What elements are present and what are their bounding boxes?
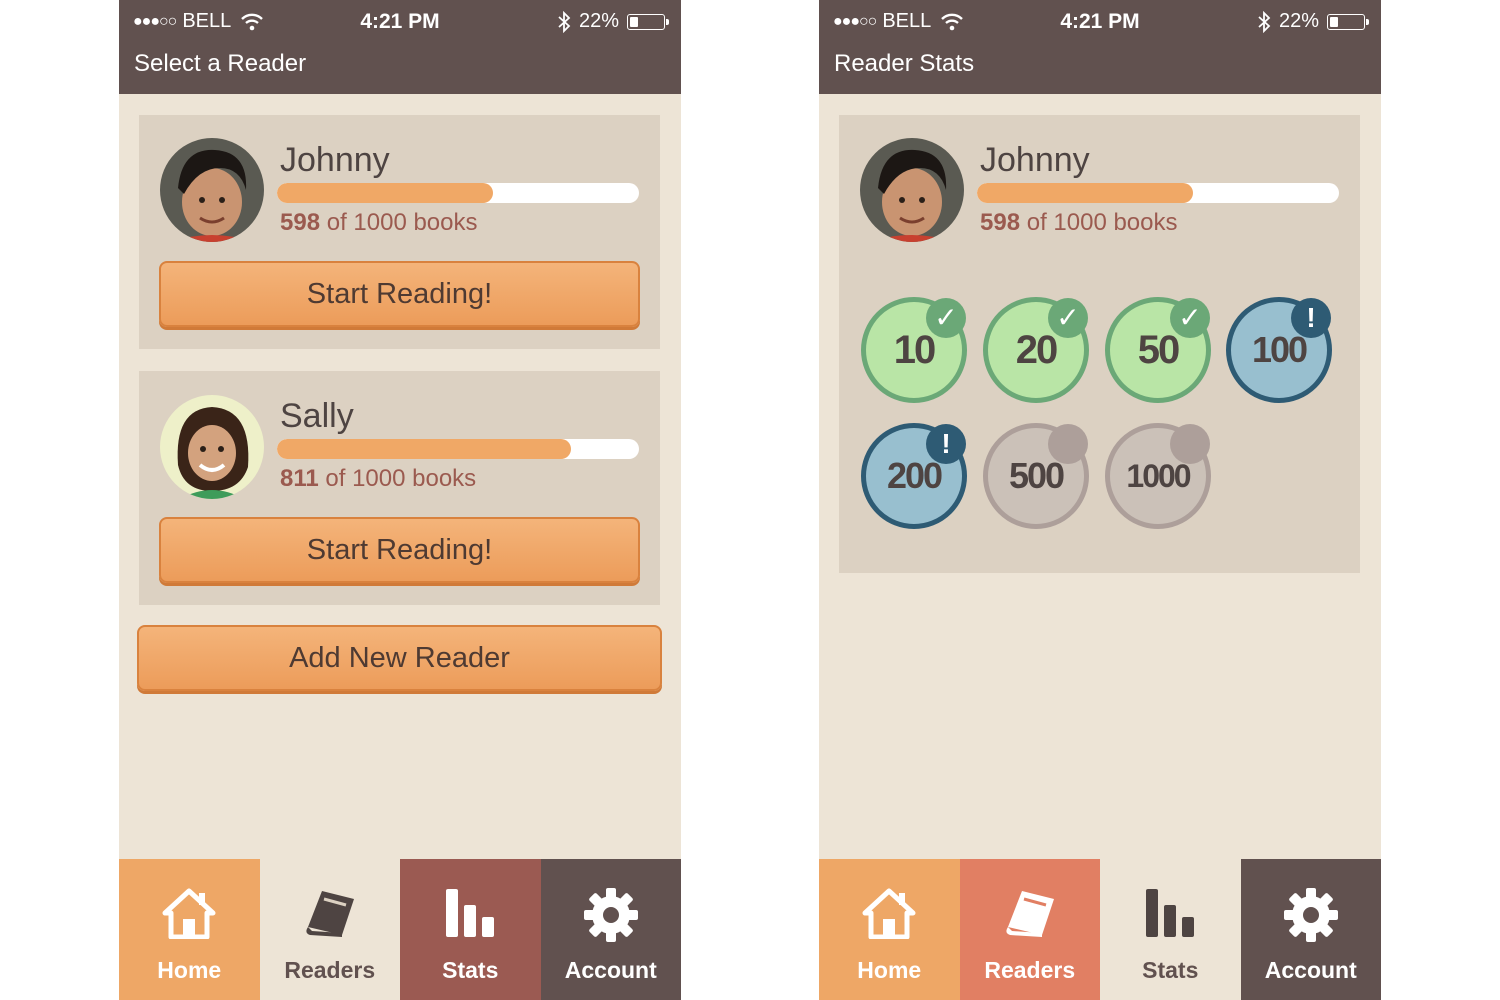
- tab-bar: Home Readers Stats Account: [119, 859, 681, 1000]
- book-icon: [1006, 891, 1054, 937]
- check-icon: ✓: [926, 298, 966, 338]
- milestone-badge-20[interactable]: 20 ✓: [983, 297, 1089, 403]
- battery-icon: [627, 13, 669, 30]
- milestone-badge-1000[interactable]: 1000: [1105, 423, 1211, 529]
- badge-value: 500: [1008, 455, 1065, 496]
- house-icon: [862, 888, 916, 939]
- screen-title: Reader Stats: [834, 50, 975, 77]
- tab-stats-label: Stats: [1142, 957, 1199, 983]
- progress-fill: [277, 183, 494, 203]
- badge-value: 20: [1015, 328, 1058, 372]
- start-reading-button[interactable]: Start Reading!: [159, 261, 640, 327]
- tab-bar: Home Readers Stats Account: [819, 859, 1381, 1000]
- bar-chart-icon: [1146, 889, 1195, 937]
- badge-value: 1000: [1126, 458, 1191, 494]
- tab-account[interactable]: Account: [540, 859, 681, 1000]
- milestone-badge-200[interactable]: 200 !: [861, 423, 967, 529]
- locked-dot-icon: [1048, 424, 1088, 464]
- reading-progress-bar: [977, 183, 1339, 203]
- books-read-number: 598: [280, 209, 321, 236]
- header-bar: ●●●○○ BELL 4:21 PM 22% Select a Reader: [119, 0, 681, 94]
- milestone-badge-10[interactable]: 10 ✓: [861, 297, 967, 403]
- select-reader-screen: ●●●○○ BELL 4:21 PM 22% Select a Reader J…: [119, 0, 681, 1000]
- screen-title: Select a Reader: [134, 50, 307, 77]
- alert-icon: !: [926, 424, 966, 464]
- locked-dot-icon: [1170, 424, 1210, 464]
- gear-icon: [1283, 888, 1338, 942]
- battery-percent: 22%: [1278, 10, 1319, 32]
- tab-account-label: Account: [1264, 957, 1357, 983]
- badge-value: 200: [886, 455, 943, 496]
- header-bar: ●●●○○ BELL 4:21 PM 22% Reader Stats: [819, 0, 1381, 94]
- battery-icon: [1327, 13, 1369, 30]
- status-bar: ●●●○○ BELL 4:21 PM 22%: [119, 8, 681, 38]
- badge-value: 10: [893, 328, 936, 372]
- status-right: 22%: [557, 10, 669, 33]
- tab-readers-label: Readers: [284, 957, 376, 983]
- books-read-number: 598: [980, 209, 1021, 236]
- gear-icon: [583, 888, 638, 942]
- reader-stats-screen: ●●●○○ BELL 4:21 PM 22% Reader Stats John…: [819, 0, 1381, 1000]
- reader-name: Sally: [280, 397, 354, 435]
- bluetooth-icon: [1258, 10, 1271, 33]
- reader-name: Johnny: [280, 141, 390, 179]
- tab-readers[interactable]: Readers: [260, 859, 401, 1000]
- reader-card-johnny: Johnny 598 of 1000 books Start Reading!: [139, 115, 660, 349]
- badge-value: 100: [1251, 329, 1308, 370]
- reader-card-sally: Sally 811 of 1000 books Start Reading!: [139, 371, 660, 605]
- avatar-johnny: [160, 138, 264, 242]
- badge-value: 50: [1137, 328, 1180, 372]
- status-right: 22%: [1257, 10, 1369, 33]
- milestone-badge-500[interactable]: 500: [983, 423, 1089, 529]
- progress-fill: [277, 439, 571, 459]
- start-reading-button[interactable]: Start Reading!: [159, 517, 640, 583]
- reader-stats-card: Johnny 598 of 1000 books 10 ✓ 20 ✓ 50 ✓ …: [839, 115, 1360, 573]
- book-icon: [306, 891, 354, 937]
- books-read-number: 811: [280, 465, 319, 492]
- books-total-text: of 1000 books: [325, 465, 477, 492]
- tab-readers-label: Readers: [984, 957, 1076, 983]
- tab-stats-label: Stats: [442, 957, 499, 983]
- tab-home-label: Home: [857, 957, 922, 983]
- house-icon: [162, 888, 216, 939]
- status-bar: ●●●○○ BELL 4:21 PM 22%: [819, 8, 1381, 38]
- reader-name: Johnny: [980, 141, 1090, 179]
- books-count: 598 of 1000 books: [280, 209, 478, 237]
- books-total-text: of 1000 books: [326, 209, 478, 236]
- battery-percent: 22%: [578, 10, 619, 32]
- milestone-badge-100[interactable]: 100 !: [1226, 297, 1332, 403]
- tab-home[interactable]: Home: [119, 859, 260, 1000]
- tab-stats[interactable]: Stats: [400, 859, 541, 1000]
- avatar-johnny: [860, 138, 964, 242]
- milestone-badge-50[interactable]: 50 ✓: [1105, 297, 1211, 403]
- tab-account-label: Account: [564, 957, 657, 983]
- add-new-reader-button[interactable]: Add New Reader: [137, 625, 662, 691]
- avatar-sally: [160, 395, 264, 499]
- check-icon: ✓: [1048, 298, 1088, 338]
- tab-stats[interactable]: Stats: [1100, 859, 1241, 1000]
- tab-home[interactable]: Home: [819, 859, 960, 1000]
- books-count: 811 of 1000 books: [280, 465, 476, 493]
- books-total-text: of 1000 books: [1026, 209, 1178, 236]
- books-count: 598 of 1000 books: [980, 209, 1178, 237]
- bluetooth-icon: [558, 10, 571, 33]
- reading-progress-bar: [277, 183, 639, 203]
- tab-home-label: Home: [157, 957, 222, 983]
- alert-icon: !: [1291, 298, 1331, 338]
- tab-readers[interactable]: Readers: [959, 859, 1100, 1000]
- tab-account[interactable]: Account: [1240, 859, 1381, 1000]
- reading-progress-bar: [277, 439, 639, 459]
- check-icon: ✓: [1170, 298, 1210, 338]
- progress-fill: [977, 183, 1194, 203]
- bar-chart-icon: [446, 889, 495, 937]
